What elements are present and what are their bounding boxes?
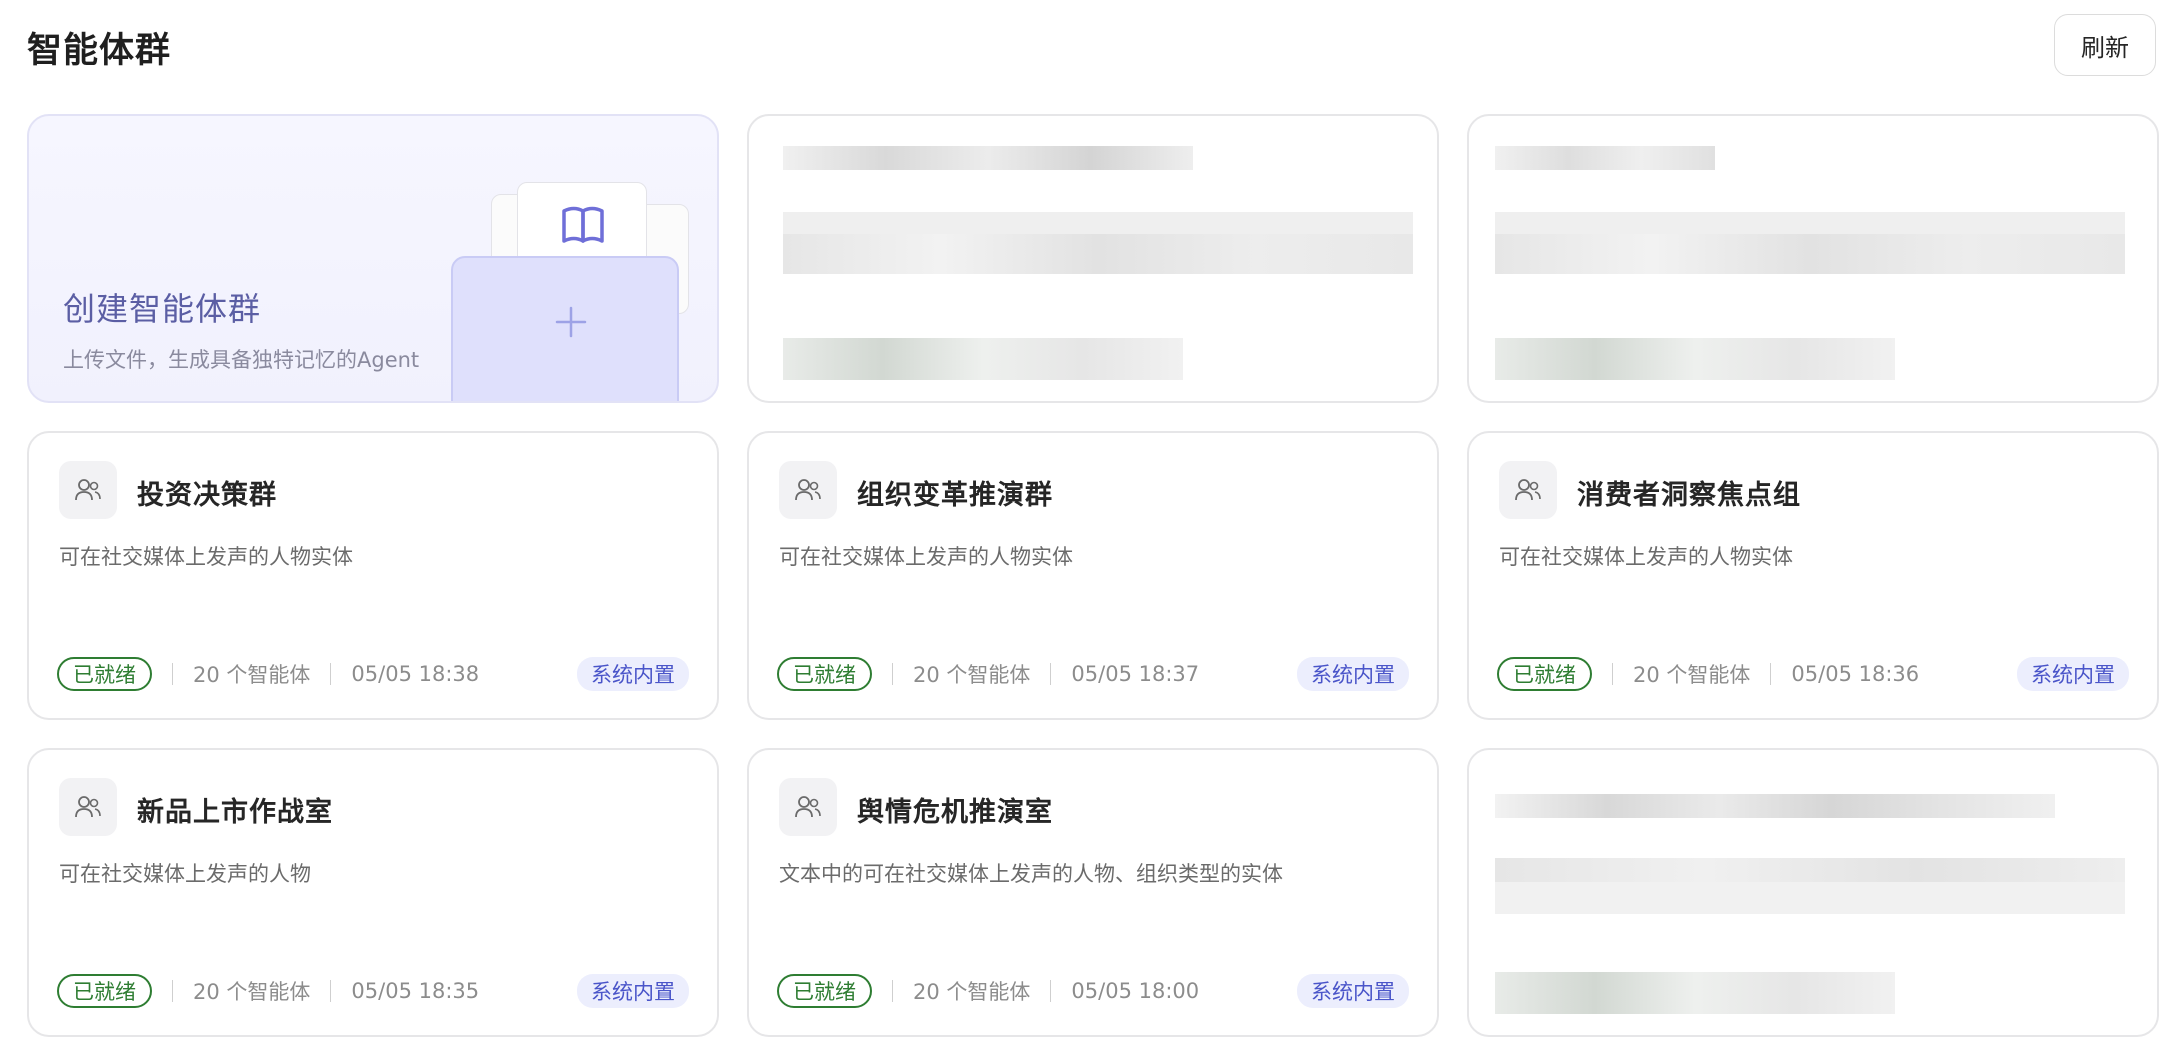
agent-count: 20 个智能体 — [1633, 663, 1751, 687]
group-name: 新品上市作战室 — [137, 797, 333, 828]
group-description: 可在社交媒体上发声的人物实体 — [779, 545, 1073, 569]
group-description: 文本中的可在社交媒体上发声的人物、组织类型的实体 — [779, 862, 1283, 886]
group-name: 舆情危机推演室 — [857, 797, 1053, 828]
page-title: 智能体群 — [27, 31, 172, 71]
plus-icon — [555, 306, 587, 338]
group-name: 投资决策群 — [137, 480, 277, 511]
builtin-badge: 系统内置 — [577, 974, 689, 1008]
group-card[interactable]: 投资决策群 可在社交媒体上发声的人物实体 已就绪 20 个智能体 05/05 1… — [27, 431, 719, 720]
group-name: 消费者洞察焦点组 — [1577, 480, 1801, 511]
users-icon — [779, 778, 837, 836]
users-icon — [59, 778, 117, 836]
group-name: 组织变革推演群 — [857, 480, 1053, 511]
group-card[interactable]: 组织变革推演群 可在社交媒体上发声的人物实体 已就绪 20 个智能体 05/05… — [747, 431, 1439, 720]
blurred-group-card[interactable] — [1467, 114, 2159, 403]
status-badge: 已就绪 — [1497, 657, 1592, 691]
users-icon — [779, 461, 837, 519]
status-badge: 已就绪 — [777, 657, 872, 691]
agent-count: 20 个智能体 — [913, 980, 1031, 1004]
blurred-group-card[interactable] — [747, 114, 1439, 403]
agent-count: 20 个智能体 — [193, 663, 311, 687]
status-badge: 已就绪 — [57, 657, 152, 691]
refresh-button[interactable]: 刷新 — [2054, 14, 2156, 76]
users-icon — [1499, 461, 1557, 519]
users-icon — [59, 461, 117, 519]
timestamp: 05/05 18:35 — [351, 979, 480, 1003]
group-card[interactable]: 舆情危机推演室 文本中的可在社交媒体上发声的人物、组织类型的实体 已就绪 20 … — [747, 748, 1439, 1037]
timestamp: 05/05 18:37 — [1071, 662, 1200, 686]
status-badge: 已就绪 — [777, 974, 872, 1008]
create-card-subtitle: 上传文件，生成具备独特记忆的Agent — [63, 348, 420, 372]
group-card[interactable]: 新品上市作战室 可在社交媒体上发声的人物 已就绪 20 个智能体 05/05 1… — [27, 748, 719, 1037]
group-description: 可在社交媒体上发声的人物实体 — [1499, 545, 1793, 569]
builtin-badge: 系统内置 — [2017, 657, 2129, 691]
builtin-badge: 系统内置 — [1297, 974, 1409, 1008]
blurred-group-card[interactable] — [1467, 748, 2159, 1037]
create-group-card[interactable]: 创建智能体群 上传文件，生成具备独特记忆的Agent — [27, 114, 719, 403]
create-card-title: 创建智能体群 — [63, 290, 262, 328]
group-description: 可在社交媒体上发声的人物 — [59, 862, 311, 886]
agent-count: 20 个智能体 — [193, 980, 311, 1004]
timestamp: 05/05 18:36 — [1791, 662, 1920, 686]
timestamp: 05/05 18:38 — [351, 662, 480, 686]
builtin-badge: 系统内置 — [1297, 657, 1409, 691]
timestamp: 05/05 18:00 — [1071, 979, 1200, 1003]
group-card[interactable]: 消费者洞察焦点组 可在社交媒体上发声的人物实体 已就绪 20 个智能体 05/0… — [1467, 431, 2159, 720]
status-badge: 已就绪 — [57, 974, 152, 1008]
builtin-badge: 系统内置 — [577, 657, 689, 691]
agent-count: 20 个智能体 — [913, 663, 1031, 687]
group-description: 可在社交媒体上发声的人物实体 — [59, 545, 353, 569]
